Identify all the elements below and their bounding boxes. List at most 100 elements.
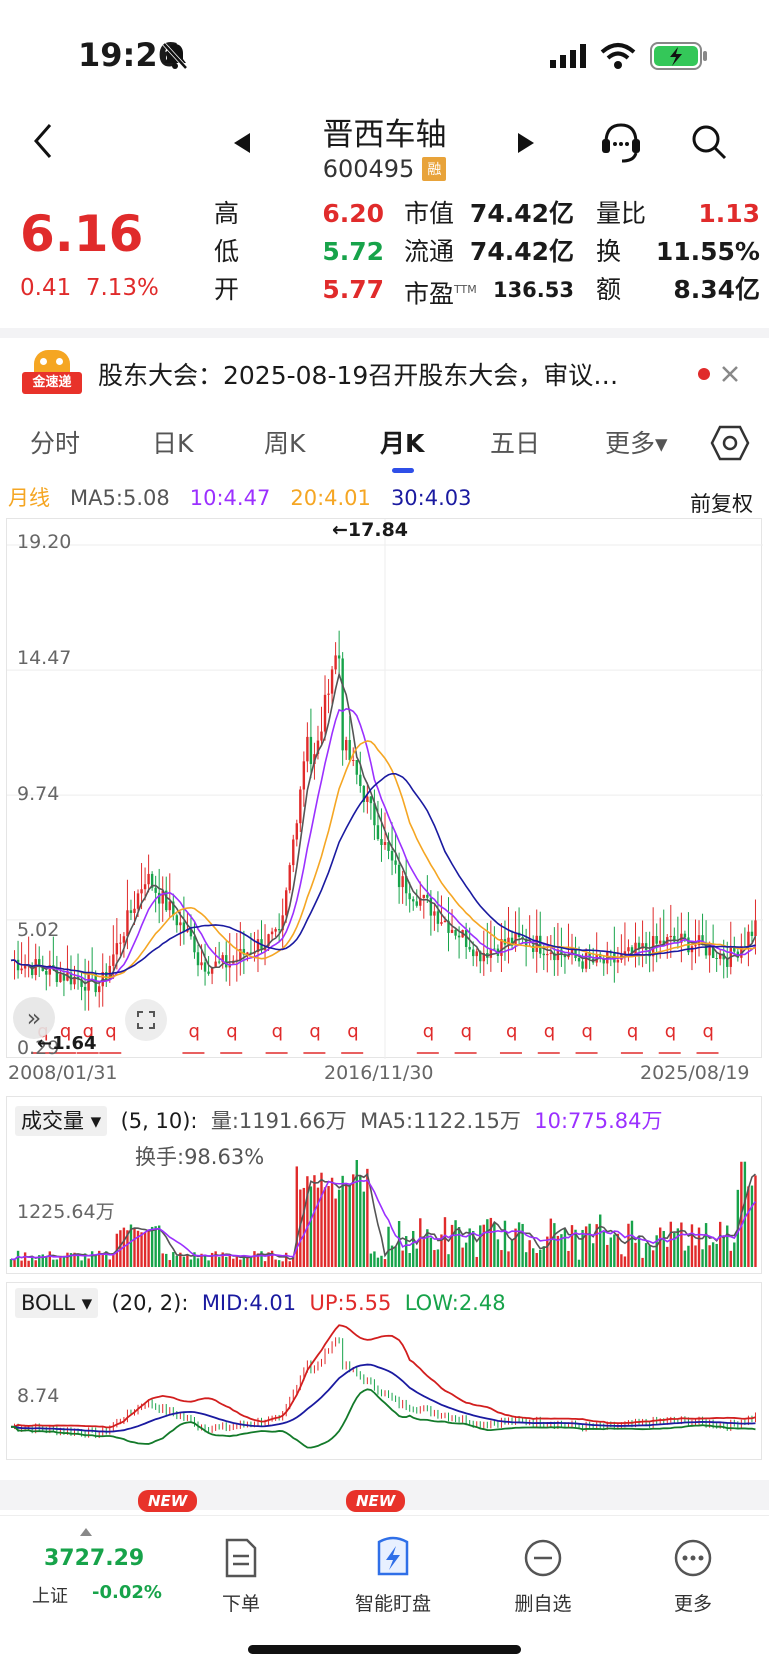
amount-label: 额 — [596, 275, 622, 304]
svg-text:q: q — [105, 1021, 116, 1042]
smart-monitor-label: 智能盯盘 — [354, 1593, 431, 1615]
volume-indicator-select[interactable]: 成交量 ▾ — [15, 1106, 108, 1136]
adjust-mode[interactable]: 前复权 — [690, 488, 753, 518]
change-value: 0.41 — [20, 275, 72, 301]
signal-icon — [550, 44, 586, 68]
svg-text:q: q — [506, 1021, 517, 1042]
fullscreen-icon[interactable] — [125, 999, 167, 1041]
battery-charging-icon — [650, 42, 707, 70]
boll-panel[interactable]: BOLL ▾ (20, 2): MID:4.01 UP:5.55 LOW:2.4… — [6, 1282, 762, 1460]
boll-selector-label: BOLL — [21, 1291, 75, 1315]
tab-five-day[interactable]: 五日 — [490, 424, 540, 460]
index-value[interactable]: 3727.29 — [44, 1546, 144, 1571]
x-label-start: 2008/01/31 — [8, 1062, 118, 1084]
boll-low: LOW:2.48 — [404, 1291, 506, 1315]
remove-watchlist-button[interactable]: 删自选 — [488, 1536, 598, 1616]
svg-text:q: q — [544, 1021, 555, 1042]
svg-text:q: q — [582, 1021, 593, 1042]
boll-y-label: 8.74 — [17, 1385, 60, 1407]
x-label-end: 2025/08/19 — [640, 1062, 750, 1084]
kline-chart: qqqqqqqqqqqqqqqqq — [7, 519, 763, 1059]
bottom-toolbar: 3727.29 上证 -0.02% 下单 智能盯盘 删自选 更多 — [0, 1515, 769, 1665]
svg-text:q: q — [347, 1021, 358, 1042]
volume-panel[interactable]: 成交量 ▾ (5, 10): 量:1191.66万 MA5:1122.15万 1… — [6, 1096, 762, 1274]
stock-name: 晋西车轴 — [322, 117, 447, 153]
volume-legend: 成交量 ▾ (5, 10): 量:1191.66万 MA5:1122.15万 1… — [15, 1105, 663, 1136]
ma5-value: MA5:5.08 — [70, 486, 170, 510]
more-button[interactable]: 更多 — [638, 1536, 748, 1616]
period-tabs: 分时 日K 周K 月K 五日 更多▾ — [0, 410, 769, 480]
tab-monthly[interactable]: 月K — [380, 424, 424, 460]
volume-selector-label: 成交量 — [21, 1109, 84, 1133]
vol-ratio-label: 量比 — [596, 199, 647, 228]
next-stock-icon[interactable] — [516, 131, 536, 155]
float-value: 74.42亿 — [469, 237, 574, 266]
remove-watchlist-label: 删自选 — [514, 1593, 572, 1615]
kline-panel[interactable]: qqqqqqqqqqqqqqqqq 19.20 14.47 9.74 5.02 … — [6, 518, 763, 1059]
smart-monitor-button[interactable]: 智能盯盘 — [338, 1536, 448, 1616]
index-change: -0.02% — [92, 1582, 162, 1603]
ma-legend: 月线 MA5:5.08 10:4.47 20:4.01 30:4.03 — [8, 482, 472, 512]
svg-text:q: q — [188, 1021, 199, 1042]
tab-intraday[interactable]: 分时 — [30, 424, 80, 460]
pe-label: 市盈 — [404, 279, 455, 309]
high-annotation: ←17.84 — [332, 519, 409, 541]
float-label: 流通 — [404, 237, 455, 266]
expand-sidebar-icon[interactable]: » — [13, 997, 55, 1039]
svg-text:q: q — [423, 1021, 434, 1042]
tab-daily[interactable]: 日K — [152, 424, 193, 460]
boll-params: (20, 2): — [111, 1291, 189, 1315]
boll-up: UP:5.55 — [309, 1291, 392, 1315]
low-value: 5.72 — [322, 237, 384, 266]
pe-value: 136.53 — [492, 278, 574, 302]
divider — [0, 328, 769, 338]
hlo-column: 高 6.20 低 5.72 开 5.77 — [214, 195, 384, 309]
change-pct: 7.13% — [85, 275, 159, 301]
amount-value: 8.34亿 — [673, 275, 760, 304]
svg-text:q: q — [272, 1021, 283, 1042]
more-icon — [674, 1539, 712, 1577]
customer-service-icon[interactable] — [598, 119, 644, 165]
low-label: 低 — [214, 237, 240, 266]
svg-text:q: q — [461, 1021, 472, 1042]
y-label-3: 9.74 — [17, 783, 60, 805]
settings-hexagon-icon[interactable] — [710, 424, 750, 462]
volume-params: (5, 10): — [120, 1109, 198, 1133]
order-doc-icon — [225, 1538, 257, 1578]
order-button[interactable]: 下单 — [186, 1536, 296, 1616]
y-label-4: 5.02 — [17, 919, 60, 941]
cap-column: 市值 74.42亿 流通 74.42亿 市盈TTM 136.53 — [404, 195, 574, 313]
remove-circle-icon — [524, 1539, 562, 1577]
news-badge-icon: 金速递 — [22, 350, 82, 398]
mkt-cap-value: 74.42亿 — [469, 199, 574, 228]
open-label: 开 — [214, 275, 240, 304]
stock-header: 晋西车轴 600495 融 — [0, 105, 769, 190]
news-text: 股东大会：2025-08-19召开股东大会，审议… — [98, 361, 619, 390]
svg-text:q: q — [627, 1021, 638, 1042]
boll-indicator-select[interactable]: BOLL ▾ — [15, 1288, 99, 1318]
last-price: 6.16 — [20, 205, 144, 263]
high-label: 高 — [214, 199, 240, 228]
lightning-icon — [377, 1536, 409, 1576]
high-value: 6.20 — [322, 199, 384, 228]
close-icon[interactable] — [720, 364, 740, 384]
y-label-2: 14.47 — [17, 647, 72, 669]
home-indicator — [248, 1645, 521, 1654]
tab-weekly[interactable]: 周K — [264, 424, 305, 460]
expand-arrow-icon[interactable] — [80, 1528, 92, 1536]
vol-ratio-value: 1.13 — [698, 199, 760, 228]
tab-more[interactable]: 更多▾ — [605, 424, 668, 460]
turnover-rate: 换手:98.63% — [135, 1145, 265, 1169]
search-icon[interactable] — [690, 123, 728, 161]
svg-text:q: q — [226, 1021, 237, 1042]
index-name: 上证 — [32, 1586, 68, 1607]
more-label: 更多 — [673, 1593, 712, 1615]
ratio-column: 量比 1.13 换 11.55% 额 8.34亿 — [596, 195, 760, 309]
boll-legend: BOLL ▾ (20, 2): MID:4.01 UP:5.55 LOW:2.4… — [15, 1288, 506, 1318]
news-ticker[interactable]: 金速递 股东大会：2025-08-19召开股东大会，审议… — [0, 338, 769, 408]
ma10-value: 10:4.47 — [189, 486, 271, 510]
unread-dot — [698, 368, 710, 380]
mkt-cap-label: 市值 — [404, 199, 455, 228]
status-bar: 19:26 — [0, 0, 769, 110]
svg-text:q: q — [309, 1021, 320, 1042]
